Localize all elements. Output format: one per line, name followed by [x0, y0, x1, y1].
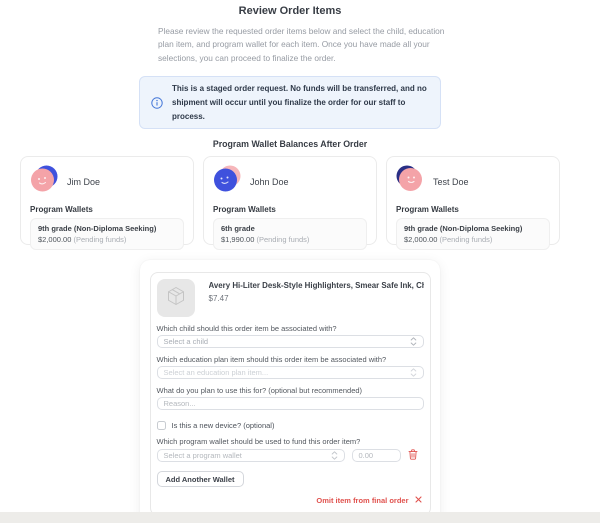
wallet-funding-row: Select a program wallet 0.00 — [157, 448, 424, 463]
wallet-balance: $2,000.00 (Pending funds) — [404, 235, 542, 244]
wallets-label: Program Wallets — [213, 205, 367, 214]
child-name: Test Doe — [433, 177, 469, 187]
wallet-plan: 9th grade (Non-Diploma Seeking) — [38, 224, 176, 233]
chevron-updown-icon — [410, 337, 417, 346]
child-card-john: John Doe Program Wallets 6th grade $1,99… — [203, 156, 377, 245]
plan-select-label: Which education plan item should this or… — [157, 355, 424, 364]
page-title: Review Order Items — [140, 5, 440, 17]
delete-wallet-button[interactable] — [408, 448, 418, 463]
chevron-updown-icon — [410, 368, 417, 377]
child-card-header: John Doe — [213, 165, 367, 198]
wallet-balance: $1,990.00 (Pending funds) — [221, 235, 359, 244]
reason-label: What do you plan to use this for? (optio… — [157, 386, 424, 395]
x-icon — [415, 496, 422, 505]
package-icon — [166, 286, 186, 311]
child-cards-row: Jim Doe Program Wallets 9th grade (Non-D… — [20, 156, 560, 245]
add-wallet-button[interactable]: Add Another Wallet — [157, 471, 244, 487]
notice-text: This is a staged order request. No funds… — [172, 82, 429, 123]
education-plan-select[interactable]: Select an education plan item... — [157, 366, 424, 379]
omit-link-label: Omit item from final order — [316, 496, 408, 505]
product-thumbnail — [157, 279, 195, 317]
wallet-item: 6th grade $1,990.00 (Pending funds) — [213, 218, 367, 250]
new-device-label: Is this a new device? (optional) — [172, 421, 275, 430]
wallets-label: Program Wallets — [30, 205, 184, 214]
wallet-plan: 9th grade (Non-Diploma Seeking) — [404, 224, 542, 233]
intro-text: Please review the requested order items … — [158, 25, 450, 65]
child-card-test: Test Doe Program Wallets 9th grade (Non-… — [386, 156, 560, 245]
child-select-placeholder: Select a child — [164, 337, 209, 346]
notice-banner: This is a staged order request. No funds… — [139, 76, 441, 129]
avatar — [213, 165, 241, 198]
product-row: Avery Hi-Liter Desk-Style Highlighters, … — [157, 279, 424, 317]
child-card-jim: Jim Doe Program Wallets 9th grade (Non-D… — [20, 156, 194, 245]
plan-select-placeholder: Select an education plan item... — [164, 368, 269, 377]
wallet-plan: 6th grade — [221, 224, 359, 233]
wallet-amount-input[interactable]: 0.00 — [352, 449, 401, 462]
child-name: John Doe — [250, 177, 289, 187]
child-card-header: Jim Doe — [30, 165, 184, 198]
balances-heading: Program Wallet Balances After Order — [140, 139, 440, 149]
wallet-item: 9th grade (Non-Diploma Seeking) $2,000.0… — [396, 218, 550, 250]
program-wallet-select[interactable]: Select a program wallet — [157, 449, 345, 462]
product-info: Avery Hi-Liter Desk-Style Highlighters, … — [209, 279, 424, 317]
order-form-container: Avery Hi-Liter Desk-Style Highlighters, … — [140, 260, 440, 512]
wallet-select-placeholder: Select a program wallet — [164, 451, 242, 460]
reason-input[interactable]: Reason... — [157, 397, 424, 410]
trash-icon — [408, 448, 418, 463]
child-name: Jim Doe — [67, 177, 100, 187]
avatar — [30, 165, 58, 198]
avatar — [396, 165, 424, 198]
new-device-row: Is this a new device? (optional) — [157, 421, 424, 430]
wallet-balance: $2,000.00 (Pending funds) — [38, 235, 176, 244]
product-title: Avery Hi-Liter Desk-Style Highlighters, … — [209, 281, 424, 290]
wallet-amount: $2,000.00 — [38, 235, 71, 244]
wallet-amount: $2,000.00 — [404, 235, 437, 244]
reason-placeholder: Reason... — [164, 399, 196, 408]
wallet-status: (Pending funds) — [439, 235, 492, 244]
wallets-label: Program Wallets — [396, 205, 550, 214]
wallet-select-label: Which program wallet should be used to f… — [157, 437, 424, 446]
review-order-page: Review Order Items Please review the req… — [0, 0, 600, 512]
wallet-item: 9th grade (Non-Diploma Seeking) $2,000.0… — [30, 218, 184, 250]
order-item-card: Avery Hi-Liter Desk-Style Highlighters, … — [150, 272, 431, 512]
wallet-amount: $1,990.00 — [221, 235, 254, 244]
child-select-label: Which child should this order item be as… — [157, 324, 424, 333]
new-device-checkbox[interactable] — [157, 421, 166, 430]
amount-placeholder: 0.00 — [359, 451, 374, 460]
child-select[interactable]: Select a child — [157, 335, 424, 348]
info-icon — [151, 97, 163, 109]
wallet-status: (Pending funds) — [73, 235, 126, 244]
product-price: $7.47 — [209, 294, 424, 303]
wallet-status: (Pending funds) — [256, 235, 309, 244]
child-card-header: Test Doe — [396, 165, 550, 198]
chevron-updown-icon — [331, 451, 338, 460]
omit-item-link[interactable]: Omit item from final order — [157, 496, 422, 505]
